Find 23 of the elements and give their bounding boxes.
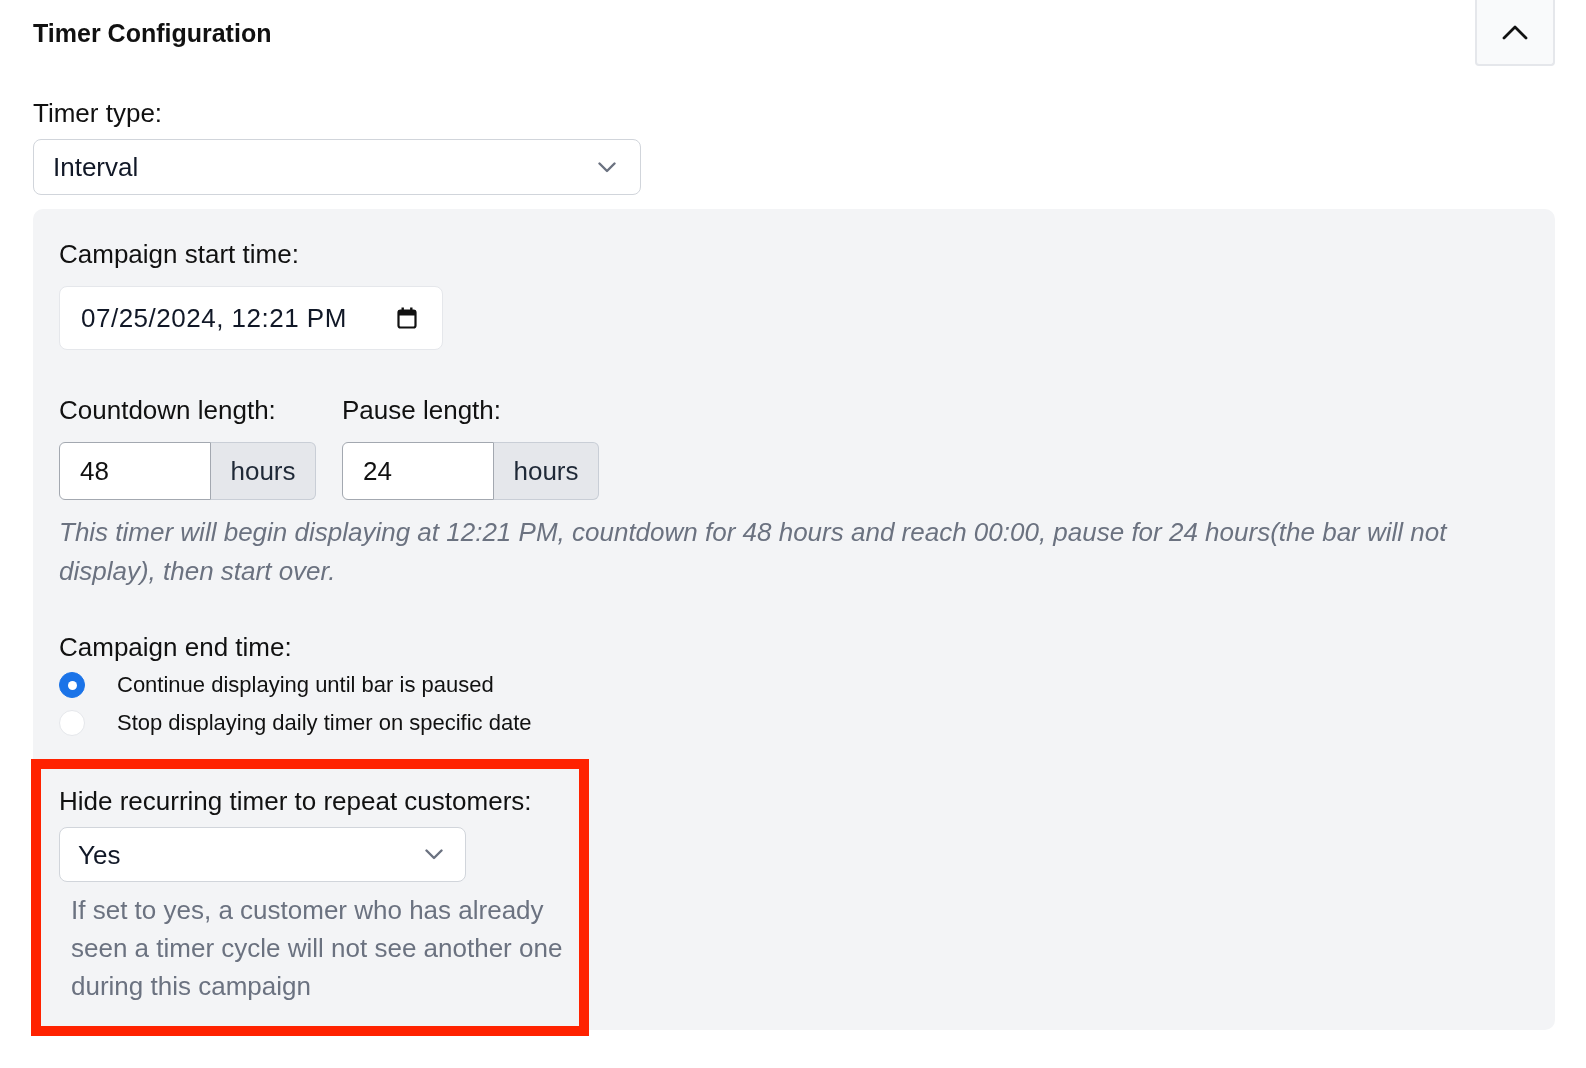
field-label: Timer type: xyxy=(33,98,163,128)
help-text: If set to yes, a customer who has already seen a timer cycle will not see another one during this campaign xyxy=(71,894,564,1003)
summary-text: This timer will begin displaying at 12:21 PM, countdown for 48 hours and reach 00:00, pause for 24 hours(the bar will not display), then start over. xyxy=(59,516,1449,588)
number-field[interactable]: 48 xyxy=(59,442,211,500)
field-label: Hide recurring timer to repeat customers: xyxy=(59,786,532,816)
collapse-button[interactable] xyxy=(1475,0,1555,66)
field-label: Campaign end time: xyxy=(59,632,292,662)
timer-type-select[interactable]: Interval xyxy=(33,139,641,195)
field-label: Pause length: xyxy=(342,395,501,425)
unit-label: hours xyxy=(494,442,599,500)
option-label[interactable]: Continue displaying until bar is paused xyxy=(117,672,494,698)
option-label[interactable]: Stop displaying daily timer on specific date xyxy=(117,710,532,736)
section-title: Timer Configuration xyxy=(33,18,272,48)
unit-label: hours xyxy=(211,442,316,500)
calendar-icon xyxy=(397,307,417,329)
chevron-down-icon xyxy=(598,161,616,173)
field-label: Campaign start time: xyxy=(59,239,299,269)
date-time-field[interactable]: 07/25/2024, 12:21 PM xyxy=(59,286,443,350)
number-field[interactable]: 24 xyxy=(342,442,494,500)
field-label: Countdown length: xyxy=(59,395,276,425)
repeat-customers-select[interactable]: Yes xyxy=(59,827,466,882)
chevron-down-icon xyxy=(425,849,443,860)
radio-button[interactable] xyxy=(59,672,85,698)
